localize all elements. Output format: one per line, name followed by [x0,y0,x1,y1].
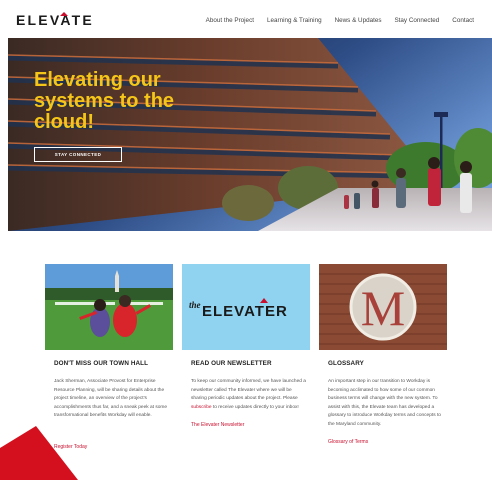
red-corner-decoration [0,426,80,480]
newsletter-body-text-b: to receive updates directly to your inbo… [211,404,299,410]
newsletter-card: the ELEVATER READ OUR NEWSLETTER To keep… [182,264,310,450]
glossary-sign-photo: M [319,264,447,350]
nav-contact[interactable]: Contact [452,17,474,24]
elevater-banner: the ELEVATER [182,264,310,350]
glossary-of-terms-link[interactable]: Glossary of Terms [328,439,368,445]
logo-text: ELEVATE [16,12,94,28]
newsletter-body: To keep our community informed, we have … [191,378,307,412]
banner-prefix: the [189,300,201,310]
hero-campus-photo [8,38,492,231]
stay-connected-button[interactable]: STAY CONNECTED [34,147,122,162]
banner-word: ELEVATER [202,303,288,320]
glossary-body: An important step in our transition to W… [328,379,441,427]
nav-about-the-project[interactable]: About the Project [206,17,254,24]
hero-title: Elevating our systems to the cloud! [34,69,175,133]
page: ELEVATE About the Project Learning & Tra… [0,0,492,480]
logo-chevron-icon [60,12,68,16]
town-hall-title: DON'T MISS OUR TOWN HALL [54,360,149,367]
main-nav: About the Project Learning & Training Ne… [206,17,474,24]
elevater-newsletter-link[interactable]: The Elevater Newsletter [191,422,244,428]
sign-letter: M [361,280,405,336]
glossary-title: GLOSSARY [328,360,364,367]
town-hall-body: Jack Sherman, Associate Provost for Ente… [54,379,168,419]
nav-learning-training[interactable]: Learning & Training [267,17,322,24]
newsletter-title: READ OUR NEWSLETTER [191,360,272,367]
newsletter-body-text-a: To keep our community informed, we have … [191,379,306,402]
glossary-card: M GLOSSARY An important step in our tran… [319,264,447,450]
elevate-logo[interactable]: ELEVATE [16,10,94,30]
site-header: ELEVATE About the Project Learning & Tra… [0,0,492,40]
subscribe-link[interactable]: subscribe [191,405,212,410]
town-hall-photo [45,264,173,350]
nav-news-updates[interactable]: News & Updates [335,17,382,24]
town-hall-card: DON'T MISS OUR TOWN HALL Jack Sherman, A… [45,264,173,450]
nav-stay-connected[interactable]: Stay Connected [394,17,439,24]
hero-banner: Elevating our systems to the cloud! STAY… [8,38,492,231]
